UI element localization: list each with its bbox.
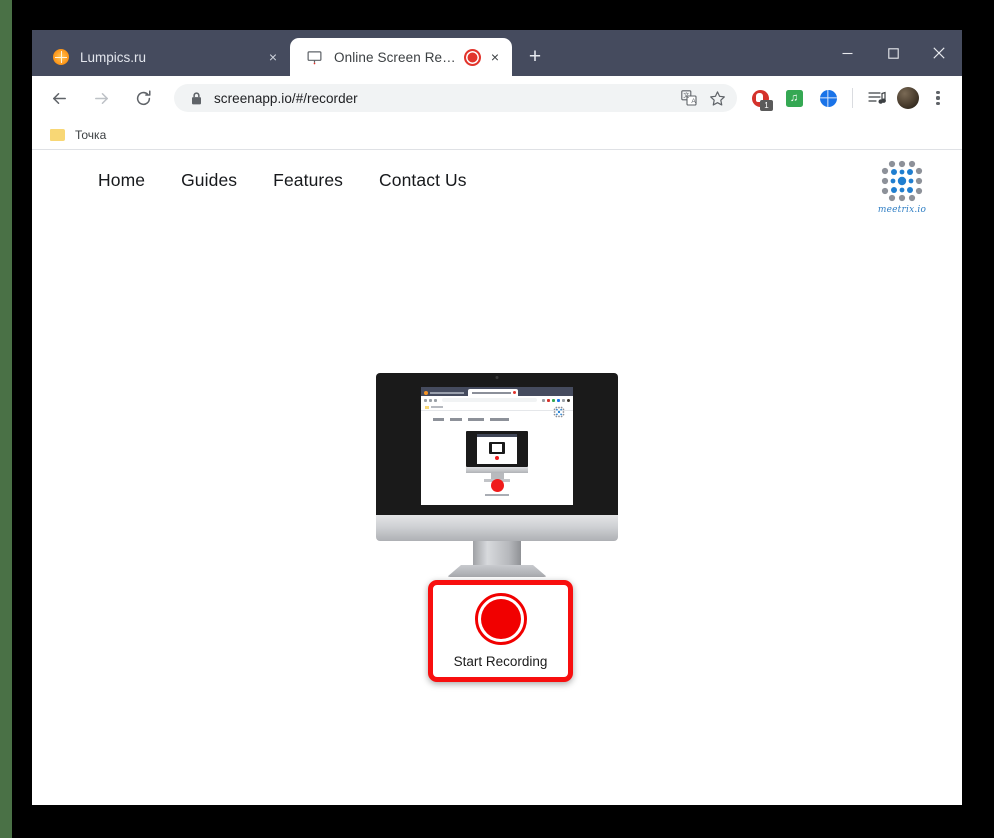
- back-arrow-icon[interactable]: [43, 82, 75, 114]
- browser-tab-online-screen-recorder[interactable]: Online Screen Recorder ×: [290, 38, 512, 76]
- tab-title: Lumpics.ru: [80, 49, 147, 65]
- monitor-chin: [376, 515, 618, 541]
- lock-icon: [188, 90, 204, 106]
- toolbar-divider: [852, 88, 853, 108]
- screenshot-root: Lumpics.ru × Online Screen Recorder × +: [0, 0, 994, 838]
- close-button[interactable]: [916, 30, 962, 76]
- nav-link-home[interactable]: Home: [98, 170, 145, 191]
- site-navigation: Home Guides Features Contact Us: [98, 170, 467, 191]
- nested-record-button: [485, 479, 509, 496]
- extension-badge-count: 1: [760, 100, 773, 111]
- folder-icon: [50, 128, 66, 142]
- nested-monitor-illustration: [466, 431, 528, 482]
- start-recording-label: Start Recording: [453, 654, 548, 669]
- monitor-favicon: [306, 49, 323, 66]
- adblock-extension-icon[interactable]: 1: [746, 84, 774, 112]
- monitor-bezel: [376, 373, 618, 515]
- music-extension-icon[interactable]: ♫: [780, 84, 808, 112]
- playlist-icon[interactable]: [863, 84, 891, 112]
- globe-extension-icon[interactable]: [814, 84, 842, 112]
- tab-strip: Lumpics.ru × Online Screen Recorder × +: [32, 30, 962, 76]
- omnibox-actions: A 文: [675, 84, 731, 112]
- url-text: screenapp.io/#/recorder: [214, 90, 358, 106]
- site-logo-text: meetrix.io: [877, 205, 927, 215]
- kebab-menu-icon[interactable]: [924, 84, 952, 112]
- nav-link-contact-us[interactable]: Contact Us: [379, 170, 467, 191]
- page-content: Home Guides Features Contact Us meetrix.…: [32, 150, 962, 805]
- browser-tab-lumpics[interactable]: Lumpics.ru ×: [32, 38, 290, 76]
- nested-browser-preview: [421, 387, 573, 505]
- avatar[interactable]: [897, 87, 919, 109]
- bookmark-folder-tochka[interactable]: Точка: [44, 126, 114, 144]
- extension-icons: 1 ♫: [743, 84, 952, 112]
- browser-toolbar: screenapp.io/#/recorder A 文 1 ♫: [32, 76, 962, 120]
- maximize-button[interactable]: [870, 30, 916, 76]
- recording-indicator-icon[interactable]: [462, 47, 482, 67]
- star-icon[interactable]: [703, 84, 731, 112]
- translate-icon[interactable]: A 文: [675, 84, 703, 112]
- monitor-stand-base: [447, 565, 547, 577]
- desktop-edge-strip: [0, 0, 12, 838]
- address-bar[interactable]: screenapp.io/#/recorder A 文: [174, 84, 737, 112]
- new-tab-button[interactable]: +: [518, 39, 552, 73]
- music-note-glyph: ♫: [785, 89, 803, 107]
- close-icon[interactable]: ×: [484, 46, 506, 68]
- start-recording-button[interactable]: Start Recording: [428, 580, 573, 682]
- nav-link-guides[interactable]: Guides: [181, 170, 237, 191]
- forward-arrow-icon[interactable]: [85, 82, 117, 114]
- nested-logo-icon: [553, 405, 565, 418]
- nav-link-features[interactable]: Features: [273, 170, 343, 191]
- orange-favicon: [52, 49, 69, 66]
- bookmarks-bar: Точка: [32, 120, 962, 150]
- svg-text:文: 文: [683, 92, 689, 100]
- monitor-screen: [421, 387, 573, 505]
- bookmark-label: Точка: [75, 127, 107, 142]
- tab-title: Online Screen Recorder: [334, 49, 462, 65]
- window-controls: [824, 30, 962, 76]
- dot-matrix-logo-icon: [879, 158, 925, 204]
- site-logo[interactable]: meetrix.io: [870, 158, 934, 215]
- desktop-monitor-illustration: [376, 373, 618, 577]
- browser-window: Lumpics.ru × Online Screen Recorder × +: [32, 30, 962, 805]
- monitor-stand-neck: [473, 541, 521, 565]
- svg-text:A: A: [691, 98, 696, 105]
- record-circle-icon: [474, 593, 527, 645]
- reload-icon[interactable]: [127, 82, 159, 114]
- minimize-button[interactable]: [824, 30, 870, 76]
- close-icon[interactable]: ×: [262, 46, 284, 68]
- nested-page-preview: [477, 434, 517, 464]
